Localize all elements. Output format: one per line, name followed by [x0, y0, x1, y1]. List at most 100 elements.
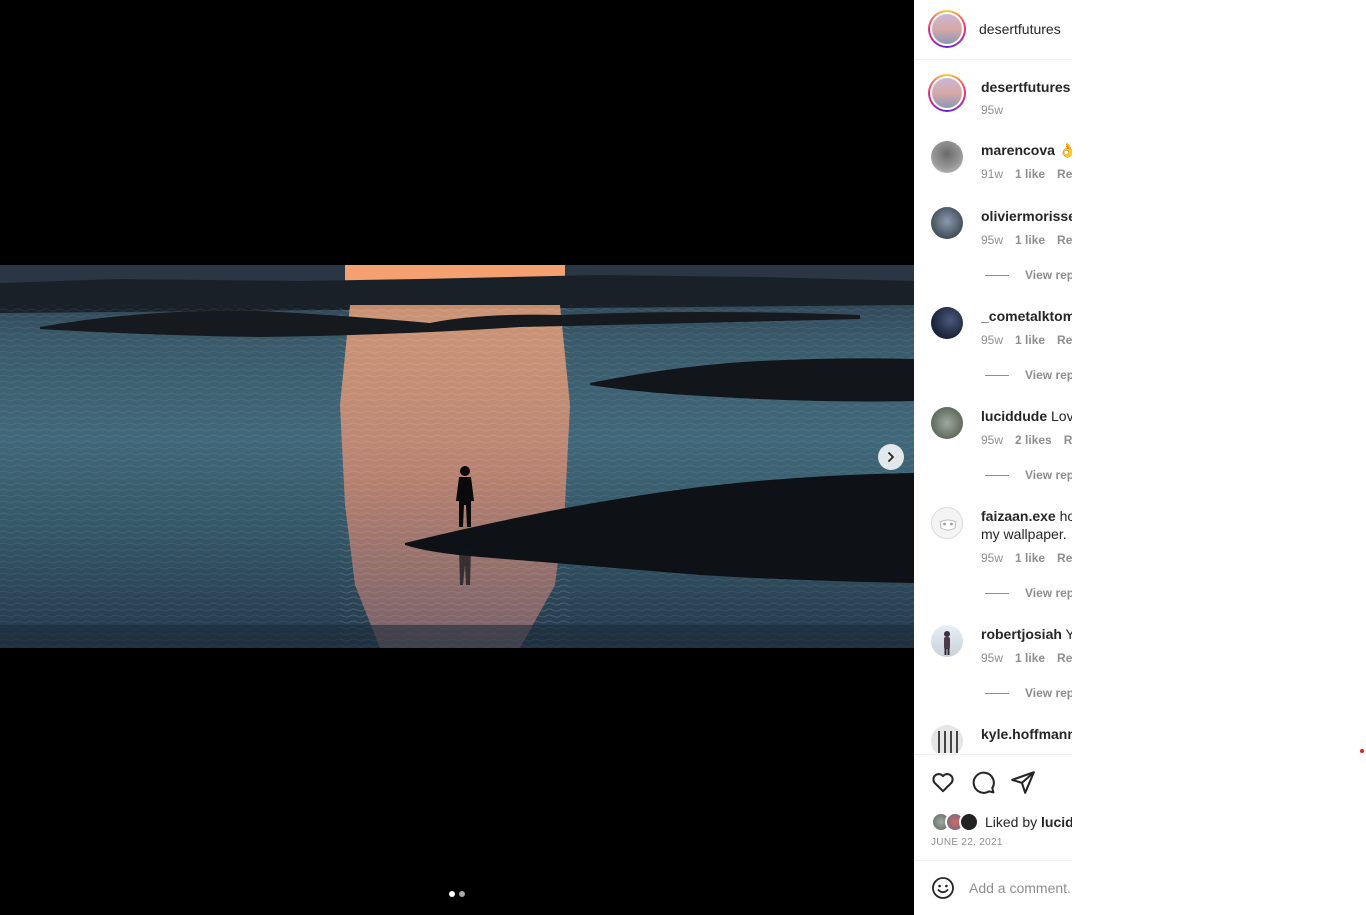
post-media-stage: [0, 0, 914, 915]
comment-likes[interactable]: 1 like: [1015, 333, 1045, 347]
view-replies-label: View replies: [1025, 586, 1072, 600]
comment-reply-button[interactable]: Reply: [1057, 551, 1072, 565]
liked-by-user[interactable]: lucid: [1041, 814, 1072, 830]
comment-time[interactable]: 95w: [981, 433, 1003, 447]
comment-meta: 95w 1 like Reply: [981, 233, 1072, 247]
comment-text: robertjosiah Ye: [981, 625, 1072, 643]
carousel-dot: [459, 891, 465, 897]
comment-body: hop: [1059, 508, 1072, 524]
view-replies-label: View replies: [1025, 368, 1072, 382]
comment-reply-button[interactable]: Reply: [1057, 167, 1072, 181]
comment-text: marencova 👌: [981, 141, 1072, 159]
comment-reply-button[interactable]: Reply: [1057, 233, 1072, 247]
comment-username[interactable]: marencova: [981, 142, 1055, 158]
comment-likes[interactable]: 1 like: [1015, 551, 1045, 565]
comment-username[interactable]: luciddude: [981, 408, 1047, 424]
comment-time[interactable]: 91w: [981, 167, 1003, 181]
view-replies-label: View replies: [1025, 268, 1072, 282]
comment-reply-button[interactable]: Reply: [1064, 433, 1072, 447]
post-date[interactable]: JUNE 22, 2021: [931, 837, 1003, 848]
post-actions: Liked by lucid JUNE 22, 2021: [914, 754, 1072, 860]
comment-body: Love: [1051, 408, 1072, 424]
post-header: desertfutures: [914, 0, 1072, 60]
mask-avatar-icon: [939, 519, 957, 531]
view-replies-button[interactable]: View replies: [985, 368, 1072, 382]
liker-avatar: [959, 812, 979, 832]
view-replies-button[interactable]: View replies: [985, 468, 1072, 482]
post-side-panel: desertfutures desertfutures V 95w marenc…: [914, 0, 1072, 915]
comment-meta: 95w 1 like Reply: [981, 651, 1072, 665]
comment-username[interactable]: robertjosiah: [981, 626, 1062, 642]
bars-avatar-icon: [938, 731, 958, 753]
comment-avatar[interactable]: [931, 407, 963, 439]
carousel-indicator: [449, 891, 465, 897]
caption-username[interactable]: desertfutures: [981, 79, 1070, 95]
view-replies-button[interactable]: View replies: [985, 686, 1072, 700]
comment-meta: 91w 1 like Reply: [981, 167, 1072, 181]
person-avatar-icon: [944, 631, 950, 655]
comment-avatar[interactable]: [931, 307, 963, 339]
caption-text: desertfutures V: [981, 78, 1072, 96]
comment-meta: 95w 1 like Reply: [981, 333, 1072, 347]
page-background: [1072, 0, 1366, 915]
caption-avatar[interactable]: [928, 74, 966, 112]
comment-icon[interactable]: [970, 769, 996, 795]
comment-username[interactable]: _cometalktome: [981, 308, 1072, 324]
view-replies-line: [985, 475, 1009, 477]
view-replies-button[interactable]: View replies: [985, 586, 1072, 600]
comment-avatar[interactable]: [931, 625, 963, 657]
comment-avatar[interactable]: [931, 507, 963, 539]
comment-username[interactable]: faizaan.exe: [981, 508, 1056, 524]
comment-likes[interactable]: 2 likes: [1015, 433, 1052, 447]
comment-likes[interactable]: 1 like: [1015, 233, 1045, 247]
red-dot-marker: [1360, 749, 1364, 753]
author-avatar[interactable]: [928, 10, 966, 48]
comment-input[interactable]: [969, 878, 1072, 898]
comment-text: oliviermorisse: [981, 207, 1072, 225]
view-replies-line: [985, 693, 1009, 695]
comment-reply-button[interactable]: Reply: [1057, 651, 1072, 665]
comment-meta: 95w 2 likes Reply: [981, 433, 1072, 447]
carousel-next-button[interactable]: [878, 444, 904, 470]
add-comment-bar: [914, 860, 1072, 915]
caption-meta: 95w: [981, 103, 1072, 117]
view-replies-label: View replies: [1025, 468, 1072, 482]
view-replies-line: [985, 593, 1009, 595]
comment-time[interactable]: 95w: [981, 551, 1003, 565]
comment-username[interactable]: kyle.hoffmann: [981, 726, 1072, 742]
comment-avatar[interactable]: [931, 141, 963, 173]
comment-text-line2: my wallpaper.: [981, 526, 1067, 542]
comment-likes[interactable]: 1 like: [1015, 651, 1045, 665]
post-photo: [0, 265, 914, 648]
comment-text: kyle.hoffmann: [981, 725, 1072, 743]
liked-by-prefix: Liked by: [985, 814, 1038, 830]
caption-time[interactable]: 95w: [981, 103, 1003, 117]
comment-body: 👌: [1058, 142, 1072, 158]
comment-text: faizaan.exe hop: [981, 507, 1072, 525]
author-username[interactable]: desertfutures: [979, 21, 1061, 37]
view-replies-line: [985, 375, 1009, 377]
comment-time[interactable]: 95w: [981, 651, 1003, 665]
view-replies-label: View replies: [1025, 686, 1072, 700]
comment-reply-button[interactable]: Reply: [1057, 333, 1072, 347]
comment-text: _cometalktome: [981, 307, 1072, 325]
sunset-lake-photo: [0, 265, 914, 648]
view-replies-button[interactable]: View replies: [985, 268, 1072, 282]
comment-username[interactable]: oliviermorisse: [981, 208, 1072, 224]
comment-time[interactable]: 95w: [981, 233, 1003, 247]
chevron-right-icon: [888, 452, 894, 462]
comments-list: desertfutures V 95w marencova 👌 91w 1 lik…: [914, 61, 1072, 753]
share-icon[interactable]: [1010, 769, 1036, 795]
comment-avatar[interactable]: [931, 725, 963, 753]
carousel-dot-active: [449, 891, 455, 897]
heart-icon[interactable]: [930, 769, 956, 795]
liked-by-row[interactable]: Liked by lucid: [931, 812, 1072, 832]
comment-likes[interactable]: 1 like: [1015, 167, 1045, 181]
comment-meta: 95w 1 like Reply: [981, 551, 1072, 565]
comment-time[interactable]: 95w: [981, 333, 1003, 347]
view-replies-line: [985, 275, 1009, 277]
emoji-icon[interactable]: [931, 876, 955, 900]
comment-avatar[interactable]: [931, 207, 963, 239]
liked-by-text: Liked by lucid: [985, 814, 1072, 830]
comment-text: luciddude Love: [981, 407, 1072, 425]
